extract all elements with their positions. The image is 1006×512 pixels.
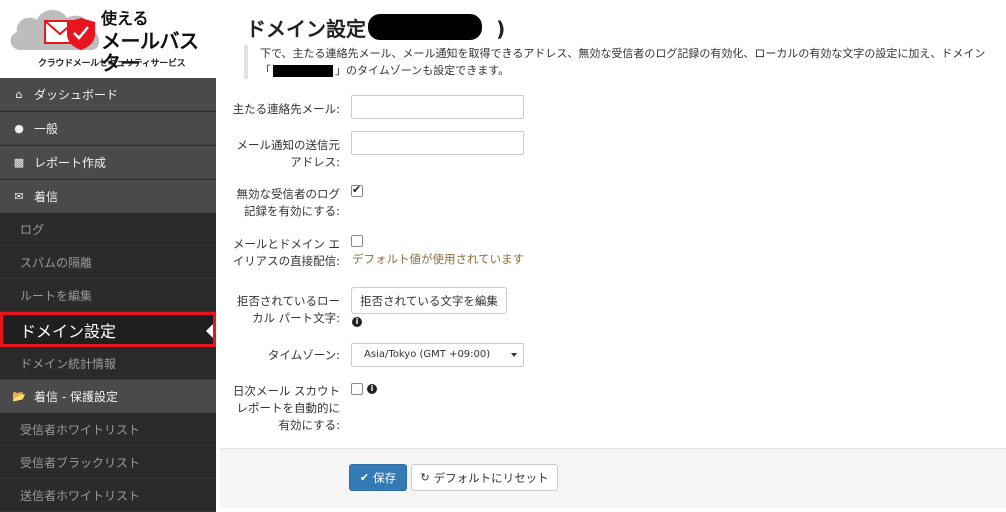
timezone-label: タイムゾーン: bbox=[267, 348, 340, 362]
form-footer bbox=[220, 448, 1006, 508]
sidebar: 使える メールバスター クラウドメールセキュリティサービス ⌂ ダッシュボード … bbox=[0, 0, 216, 512]
sidebar-item-label: ダッシュボード bbox=[34, 87, 119, 102]
sidebar-item-label: スパムの隔離 bbox=[20, 255, 93, 270]
reset-default-button[interactable]: ↻ デフォルトにリセット bbox=[411, 464, 558, 491]
redacted-domain-title bbox=[368, 14, 482, 40]
sidebar-item-log[interactable]: ログ bbox=[0, 213, 216, 246]
save-label: 保存 bbox=[373, 470, 397, 485]
logo-area: 使える メールバスター クラウドメールセキュリティサービス bbox=[0, 0, 216, 78]
sidebar-item-label: 着信 - 保護設定 bbox=[34, 389, 118, 404]
sidebar-item-label: ルートを編集 bbox=[20, 288, 93, 303]
sidebar-item-domain-settings[interactable]: ドメイン設定 bbox=[0, 312, 216, 347]
alias-delivery-checkbox[interactable] bbox=[351, 235, 363, 247]
sidebar-item-general[interactable]: ● 一般 bbox=[0, 112, 216, 145]
info-icon[interactable]: i bbox=[352, 317, 362, 327]
edit-rejected-chars-button[interactable]: 拒否されている文字を編集 bbox=[351, 287, 507, 314]
refresh-icon: ↻ bbox=[420, 471, 430, 484]
alias-default-hint: デフォルト値が使用されています bbox=[352, 252, 525, 266]
alias-delivery-label: メールとドメイン エイリアスの直接配信: bbox=[232, 237, 340, 268]
folder-open-icon: 📂 bbox=[12, 389, 26, 403]
report-icon: ▩ bbox=[13, 155, 25, 169]
sidebar-item-label: 受信者ブラックリスト bbox=[20, 455, 141, 470]
active-caret-icon bbox=[206, 324, 213, 338]
brand-subtitle: クラウドメールセキュリティサービス bbox=[38, 59, 186, 69]
sidebar-item-reports[interactable]: ▩ レポート作成 bbox=[0, 146, 216, 179]
globe-icon: ● bbox=[14, 121, 24, 135]
sidebar-item-label: ドメイン設定 bbox=[20, 321, 117, 341]
sidebar-item-inbound-protection[interactable]: 📂 着信 - 保護設定 bbox=[0, 380, 216, 413]
envelope-icon: ✉ bbox=[14, 189, 24, 203]
sidebar-item-label: 着信 bbox=[34, 189, 59, 204]
sidebar-item-label: 送信者ホワイトリスト bbox=[20, 488, 141, 503]
redacted-domain-inline bbox=[273, 65, 333, 77]
reset-label: デフォルトにリセット bbox=[433, 470, 549, 485]
notify-sender-input[interactable] bbox=[351, 131, 524, 155]
sidebar-item-recipient-blacklist[interactable]: 受信者ブラックリスト bbox=[0, 446, 216, 479]
sidebar-item-edit-route[interactable]: ルートを編集 bbox=[0, 279, 216, 312]
page-description: 下で、主たる連絡先メール、メール通知を取得できるアドレス、無効な受信者のログ記録… bbox=[244, 45, 996, 79]
daily-scout-checkbox[interactable] bbox=[351, 383, 363, 395]
sidebar-item-inbound[interactable]: ✉ 着信 bbox=[0, 180, 216, 213]
sidebar-item-dashboard[interactable]: ⌂ ダッシュボード bbox=[0, 78, 216, 111]
sidebar-item-label: ドメイン統計情報 bbox=[20, 356, 117, 371]
check-icon: ✔ bbox=[359, 471, 370, 484]
timezone-value: Asia/Tokyo (GMT +09:00) bbox=[364, 349, 491, 360]
invalid-log-checkbox[interactable] bbox=[351, 183, 363, 197]
rejected-chars-label: 拒否されているローカル パート文字: bbox=[236, 294, 340, 325]
home-icon: ⌂ bbox=[15, 87, 23, 101]
page-title-close: ) bbox=[496, 17, 506, 41]
page-title-text: ドメイン設定 ( bbox=[246, 17, 383, 41]
sidebar-item-label: 一般 bbox=[34, 121, 59, 136]
invalid-log-label: 無効な受信者のログ記録を有効にする: bbox=[236, 187, 341, 218]
sidebar-item-spam-quarantine[interactable]: スパムの隔離 bbox=[0, 246, 216, 279]
sidebar-item-label: ログ bbox=[20, 222, 45, 237]
sidebar-item-sender-whitelist[interactable]: 送信者ホワイトリスト bbox=[0, 479, 216, 512]
sidebar-item-recipient-whitelist[interactable]: 受信者ホワイトリスト bbox=[0, 413, 216, 446]
primary-contact-input[interactable] bbox=[351, 95, 524, 119]
sidebar-item-label: レポート作成 bbox=[34, 155, 107, 170]
notify-sender-label: メール通知の送信元アドレス: bbox=[236, 138, 341, 169]
brand-line1: 使える bbox=[101, 9, 149, 28]
daily-scout-label: 日次メール スカウト レポートを自動的に有効にする: bbox=[232, 384, 340, 432]
sidebar-item-label: 受信者ホワイトリスト bbox=[20, 422, 141, 437]
timezone-select[interactable]: Asia/Tokyo (GMT +09:00) bbox=[351, 343, 524, 367]
save-button[interactable]: ✔ 保存 bbox=[349, 464, 407, 491]
primary-contact-label: 主たる連絡先メール: bbox=[232, 102, 340, 116]
sidebar-item-domain-stats[interactable]: ドメイン統計情報 bbox=[0, 347, 216, 380]
info-icon[interactable]: i bbox=[367, 384, 377, 394]
dropdown-arrow-icon bbox=[511, 353, 517, 357]
description-part2: 」のタイムゾーンも設定できます。 bbox=[335, 64, 510, 77]
